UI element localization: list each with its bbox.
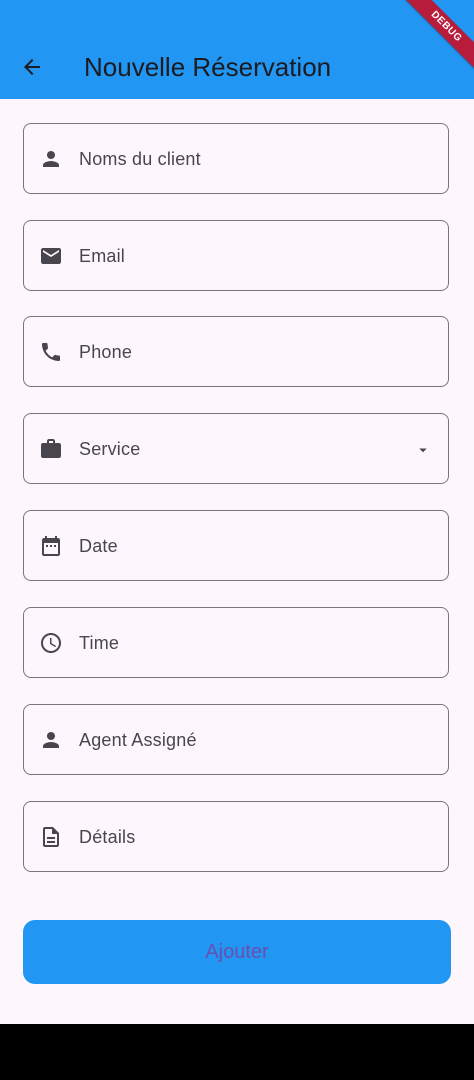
briefcase-icon (38, 436, 64, 462)
document-icon (38, 824, 64, 850)
person-icon (38, 727, 64, 753)
service-dropdown[interactable]: Service (23, 413, 449, 484)
add-button-label: Ajouter (205, 940, 269, 963)
calendar-icon (38, 533, 64, 559)
field-label: Détails (79, 827, 136, 847)
system-nav-bar (0, 1024, 474, 1080)
field-label: Service (79, 439, 141, 459)
field-label: Noms du client (79, 149, 201, 169)
debug-banner-container: DEBUG (394, 0, 474, 80)
date-field[interactable]: Date (23, 510, 449, 581)
arrow-back-icon (24, 59, 40, 75)
field-label: Agent Assigné (79, 730, 197, 750)
field-label: Time (79, 633, 120, 653)
agent-field[interactable]: Agent Assigné (23, 704, 449, 775)
email-icon (38, 243, 64, 269)
field-label: Date (79, 536, 118, 556)
page-title: Nouvelle Réservation (84, 52, 332, 82)
clock-icon (38, 630, 64, 656)
app-screen: Nouvelle Réservation DEBUG Noms du clien… (0, 0, 474, 1024)
details-field[interactable]: Détails (23, 801, 449, 872)
add-button[interactable]: Ajouter (23, 920, 451, 984)
phone-icon (38, 339, 64, 365)
app-bar: Nouvelle Réservation DEBUG (0, 0, 474, 99)
time-field[interactable]: Time (23, 607, 449, 678)
client-name-field[interactable]: Noms du client (23, 123, 449, 194)
back-button[interactable] (12, 47, 52, 87)
email-field[interactable]: Email (23, 220, 449, 291)
field-label: Phone (79, 342, 133, 362)
person-icon (38, 146, 64, 172)
field-label: Email (79, 246, 126, 266)
phone-field[interactable]: Phone (23, 316, 449, 387)
dropdown-arrow-icon (419, 448, 427, 453)
debug-banner: DEBUG (397, 0, 474, 76)
